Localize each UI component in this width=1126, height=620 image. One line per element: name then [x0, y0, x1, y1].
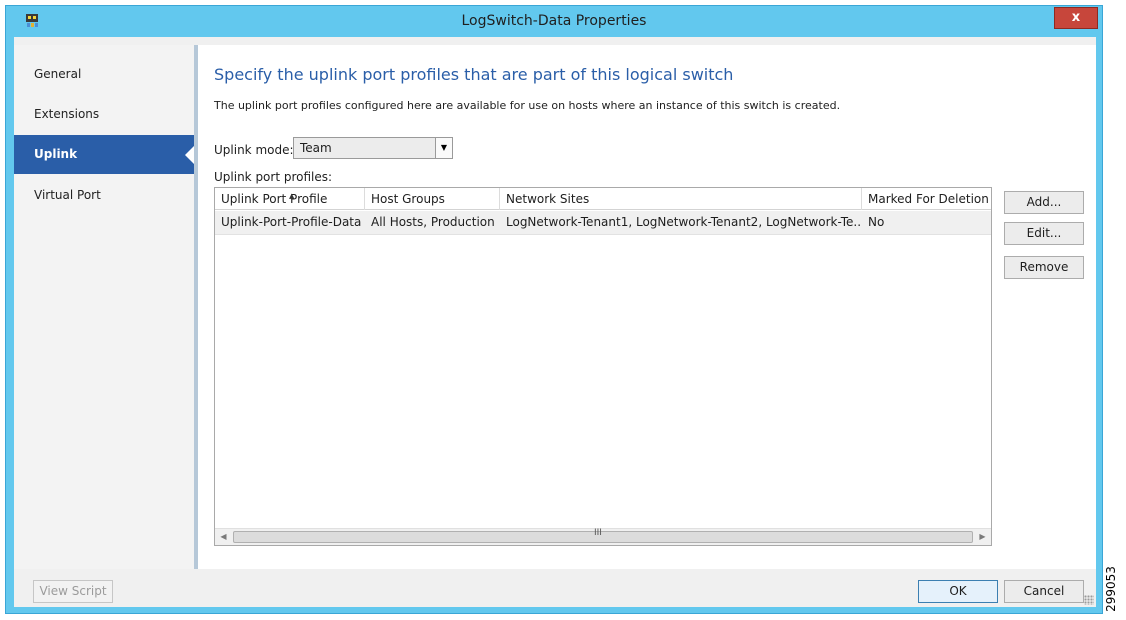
edit-button[interactable]: Edit...	[1004, 222, 1084, 245]
dialog-client: General Extensions Uplink Virtual Port S…	[14, 37, 1096, 607]
close-button[interactable]: x	[1054, 7, 1098, 29]
table-row[interactable]: Uplink-Port-Profile-Data All Hosts, Prod…	[215, 211, 991, 235]
scroll-left-icon[interactable]: ◀	[215, 529, 232, 545]
view-script-button[interactable]: View Script	[33, 580, 113, 603]
figure-number: 299053	[1104, 566, 1124, 616]
sidebar-item-uplink[interactable]: Uplink	[14, 135, 195, 174]
add-button[interactable]: Add...	[1004, 191, 1084, 214]
dropdown-arrow-icon[interactable]: ▼	[435, 138, 452, 158]
scroll-grip: III	[594, 528, 602, 538]
cancel-button[interactable]: Cancel	[1004, 580, 1084, 603]
figure-number-text: 299053	[1103, 566, 1118, 612]
uplink-profiles-table: ▲ Uplink Port Profile Host Groups Networ…	[214, 187, 992, 546]
ok-button[interactable]: OK	[918, 580, 998, 603]
page-heading: Specify the uplink port profiles that ar…	[214, 65, 734, 84]
horizontal-scrollbar[interactable]: ◀ III ▶	[215, 528, 991, 545]
content-panel: Specify the uplink port profiles that ar…	[198, 45, 1096, 569]
resize-grip-icon[interactable]	[1084, 595, 1094, 605]
sidebar: General Extensions Uplink Virtual Port	[14, 45, 195, 569]
page-description: The uplink port profiles configured here…	[214, 99, 841, 112]
uplink-mode-label: Uplink mode:	[214, 143, 294, 157]
cell-uplink-port-profile: Uplink-Port-Profile-Data	[221, 215, 362, 229]
column-header-marked-for-deletion[interactable]: Marked For Deletion	[862, 188, 993, 210]
cell-marked-for-deletion: No	[868, 215, 885, 229]
scroll-right-icon[interactable]: ▶	[974, 529, 991, 545]
sidebar-item-virtual-port[interactable]: Virtual Port	[14, 176, 194, 215]
sort-ascending-icon: ▲	[289, 192, 295, 200]
uplink-mode-value: Team	[300, 141, 332, 155]
column-header-uplink-port-profile[interactable]: ▲ Uplink Port Profile	[215, 188, 365, 210]
cell-host-groups: All Hosts, Production	[371, 215, 495, 229]
sidebar-item-extensions[interactable]: Extensions	[14, 95, 194, 134]
column-header-network-sites[interactable]: Network Sites	[500, 188, 862, 210]
uplink-mode-dropdown[interactable]: Team ▼	[293, 137, 453, 159]
sidebar-item-general[interactable]: General	[14, 55, 194, 94]
properties-window: LogSwitch-Data Properties x General Exte…	[5, 5, 1103, 614]
column-label: Uplink Port Profile	[221, 192, 328, 206]
uplink-profiles-label: Uplink port profiles:	[214, 170, 333, 184]
window-title: LogSwitch-Data Properties	[461, 13, 647, 29]
scrollbar-thumb[interactable]: III	[233, 528, 973, 543]
cell-network-sites: LogNetwork-Tenant1, LogNetwork-Tenant2, …	[506, 215, 862, 229]
table-header: ▲ Uplink Port Profile Host Groups Networ…	[215, 188, 991, 210]
title-bar[interactable]: LogSwitch-Data Properties x	[6, 6, 1102, 37]
remove-button[interactable]: Remove	[1004, 256, 1084, 279]
column-header-host-groups[interactable]: Host Groups	[365, 188, 500, 210]
dialog-footer: View Script OK Cancel	[14, 569, 1096, 607]
